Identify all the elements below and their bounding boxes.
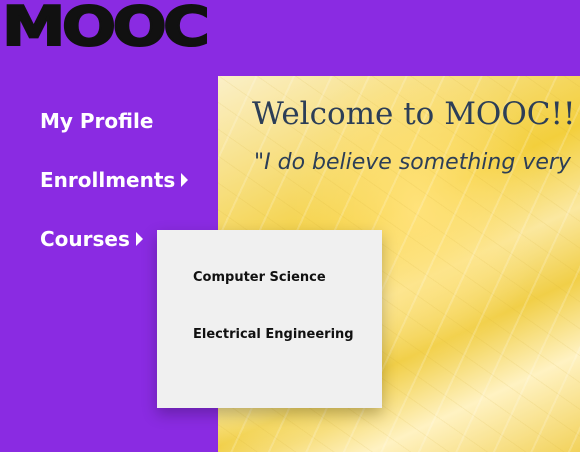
nav-item-my-profile[interactable]: My Profile [40, 106, 215, 136]
nav-item-label: Enrollments [40, 168, 176, 192]
caret-right-icon [135, 232, 143, 246]
menu-item-computer-science[interactable]: Computer Science [193, 269, 326, 287]
nav-item-enrollments[interactable]: Enrollments [40, 165, 215, 195]
welcome-quote: "I do believe something very [254, 150, 571, 175]
caret-right-icon [181, 173, 189, 187]
courses-dropdown-menu: Computer Science Electrical Engineering [157, 230, 382, 408]
welcome-heading: Welcome to MOOC!! [252, 96, 576, 132]
nav-item-label: My Profile [40, 109, 154, 133]
mooc-logo[interactable]: MOOC [1, 0, 211, 55]
menu-item-electrical-engineering[interactable]: Electrical Engineering [193, 326, 354, 344]
nav-item-label: Courses [40, 227, 130, 251]
